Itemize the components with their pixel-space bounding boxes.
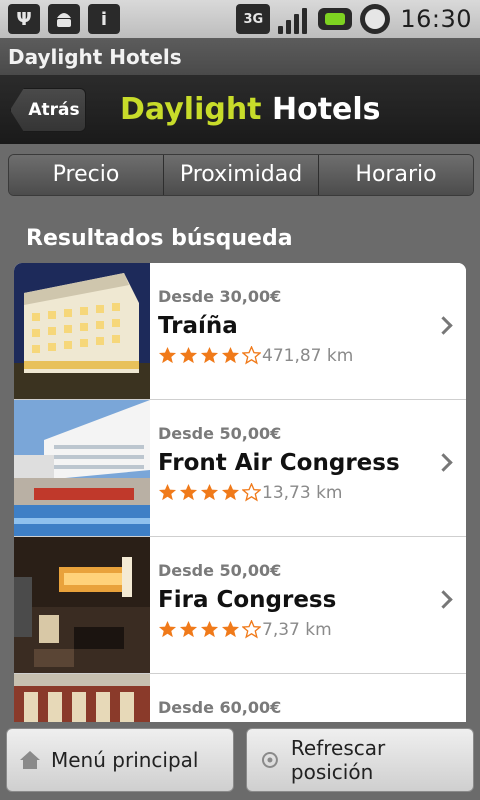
tab-horario[interactable]: Horario [319,155,473,195]
android-icon [48,4,80,34]
star-filled-icon [158,346,177,364]
home-icon [20,751,40,769]
hotel-thumbnail [14,400,150,536]
results-title: Resultados búsqueda [26,226,293,251]
location-target-icon [261,752,278,768]
star-empty-icon [242,483,261,502]
star-filled-icon [158,620,177,638]
window-title: Daylight Hotels [0,38,480,76]
hotel-price: Desde 60,00€ [158,698,282,717]
network-3g-icon: 3G [236,4,271,34]
brand-part2: Hotels [271,92,381,127]
results-list: Desde 30,00€ Traíña 471,87 km Desde 50,0… [14,263,466,733]
star-filled-icon [179,483,198,501]
star-filled-icon [179,620,198,638]
usb-icon: Ψ [8,4,40,34]
list-item[interactable]: Desde 50,00€ Fira Congress 7,37 km [14,537,466,674]
chevron-right-icon [434,453,453,472]
status-bar: Ψ i 3G 16:30 [0,0,480,39]
hotel-price: Desde 30,00€ [158,287,282,306]
star-filled-icon [200,620,219,638]
hotel-distance: 7,37 km [262,620,332,640]
hotel-rating [158,346,261,365]
main-menu-label: Menú principal [51,748,199,772]
refresh-position-button[interactable]: Refrescar posición [246,728,474,792]
alarm-clock-icon [360,4,391,34]
tab-precio[interactable]: Precio [9,155,164,195]
hotel-price: Desde 50,00€ [158,424,282,443]
list-item[interactable]: Desde 30,00€ Traíña 471,87 km [14,263,466,400]
chevron-right-icon [434,590,453,609]
bottom-bar: Menú principal Refrescar posición [0,722,480,800]
status-time: 16:30 [400,5,472,33]
hotel-rating [158,483,261,502]
hotel-name: Front Air Congress [158,450,400,476]
star-filled-icon [221,483,240,501]
star-filled-icon [179,346,198,364]
star-filled-icon [221,620,240,638]
hotel-thumbnail [14,263,150,399]
hotel-name: Traíña [158,313,238,339]
list-item[interactable]: Desde 50,00€ Front Air Congress 13,73 km [14,400,466,537]
info-icon: i [88,4,120,34]
refresh-position-label: Refrescar posición [290,736,386,784]
hotel-rating [158,620,261,639]
star-filled-icon [200,346,219,364]
tab-proximidad[interactable]: Proximidad [164,155,319,195]
star-filled-icon [158,483,177,501]
star-empty-icon [242,620,261,639]
hotel-distance: 13,73 km [262,483,343,503]
star-filled-icon [200,483,219,501]
back-button[interactable]: Atrás [10,88,86,132]
brand-logo: Daylight Hotels [120,88,381,132]
signal-icon [278,4,310,34]
sort-tabs: Precio Proximidad Horario [8,154,474,196]
battery-icon [318,8,353,30]
hotel-distance: 471,87 km [262,346,354,366]
main-menu-button[interactable]: Menú principal [6,728,234,792]
hotel-thumbnail [14,537,150,673]
hotel-price: Desde 50,00€ [158,561,282,580]
chevron-right-icon [434,316,453,335]
star-empty-icon [242,346,261,365]
star-filled-icon [221,346,240,364]
hotel-name: Fira Congress [158,587,337,613]
app-header: Atrás Daylight Hotels [0,76,480,144]
brand-part1: Daylight [120,92,262,127]
